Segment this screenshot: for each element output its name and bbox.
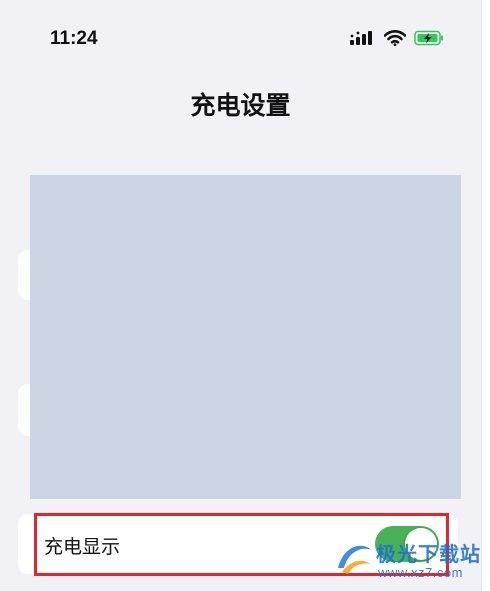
wifi-icon bbox=[384, 30, 406, 46]
charging-display-label: 充电显示 bbox=[44, 536, 121, 558]
phone-screen: 11:24 充电设置 充电显示 极光下载站 www.xz7.com bbox=[0, 0, 482, 591]
watermark-url: www.xz7.com bbox=[378, 565, 463, 580]
battery-charging-icon bbox=[414, 30, 444, 46]
cellular-signal-icon bbox=[350, 30, 376, 46]
watermark-logo-icon bbox=[334, 538, 374, 582]
status-time: 11:24 bbox=[50, 28, 98, 49]
watermark-brand: 极光下载站 bbox=[376, 542, 481, 566]
redaction-overlay bbox=[30, 175, 461, 499]
page-title: 充电设置 bbox=[190, 91, 291, 120]
status-icons bbox=[350, 30, 444, 46]
status-bar: 11:24 bbox=[0, 28, 481, 56]
watermark: 极光下载站 www.xz7.com bbox=[334, 534, 481, 586]
